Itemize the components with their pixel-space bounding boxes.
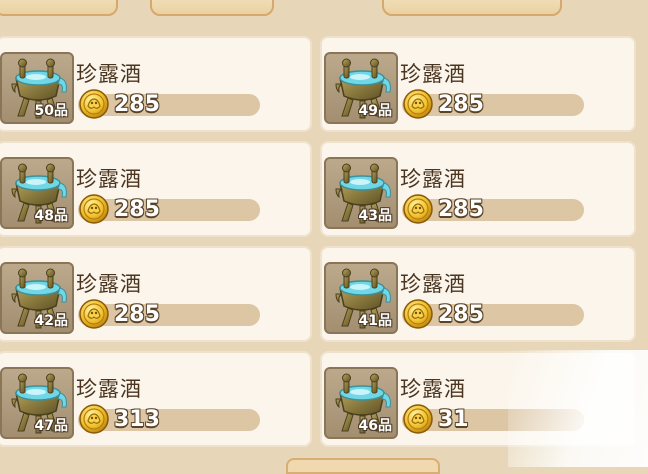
item-grade: 50品 bbox=[34, 103, 68, 119]
item-grade: 47品 bbox=[34, 418, 68, 434]
item-grade: 42品 bbox=[34, 313, 68, 329]
shop-item-card[interactable]: 47品 珍露酒 313 bbox=[0, 351, 312, 447]
shop-item-card[interactable]: 48品 珍露酒 285 bbox=[0, 141, 312, 237]
gold-coin-icon bbox=[79, 299, 109, 329]
top-tab-3[interactable] bbox=[382, 0, 562, 16]
item-grade: 46品 bbox=[358, 418, 392, 434]
item-grade: 48品 bbox=[34, 208, 68, 224]
item-name: 珍露酒 bbox=[76, 167, 142, 191]
item-name: 珍露酒 bbox=[400, 377, 466, 401]
item-slot[interactable]: 43品 bbox=[324, 157, 398, 229]
item-slot[interactable]: 50品 bbox=[0, 52, 74, 124]
item-price: 285 bbox=[438, 302, 484, 327]
item-slot[interactable]: 46品 bbox=[324, 367, 398, 439]
item-price: 313 bbox=[114, 407, 160, 432]
item-name: 珍露酒 bbox=[400, 272, 466, 296]
shop-item-card[interactable]: 46品 珍露酒 31 bbox=[320, 351, 636, 447]
item-price: 285 bbox=[114, 197, 160, 222]
item-price: 285 bbox=[438, 92, 484, 117]
item-slot[interactable]: 41品 bbox=[324, 262, 398, 334]
item-name: 珍露酒 bbox=[76, 272, 142, 296]
shop-item-card[interactable]: 50品 珍露酒 285 bbox=[0, 36, 312, 132]
top-tab-bar bbox=[0, 0, 648, 16]
top-tab-2[interactable] bbox=[150, 0, 274, 16]
item-price: 285 bbox=[438, 197, 484, 222]
item-slot[interactable]: 48品 bbox=[0, 157, 74, 229]
item-slot[interactable]: 47品 bbox=[0, 367, 74, 439]
shop-item-card[interactable]: 43品 珍露酒 285 bbox=[320, 141, 636, 237]
gold-coin-icon bbox=[79, 404, 109, 434]
shop-item-card[interactable]: 49品 珍露酒 285 bbox=[320, 36, 636, 132]
gold-coin-icon bbox=[403, 194, 433, 224]
gold-coin-icon bbox=[403, 89, 433, 119]
shop-item-grid: 50品 珍露酒 285 49品 珍露酒 285 48品 珍露酒 285 43品 … bbox=[0, 36, 648, 467]
item-name: 珍露酒 bbox=[76, 377, 142, 401]
item-grade: 41品 bbox=[358, 313, 392, 329]
item-slot[interactable]: 42品 bbox=[0, 262, 74, 334]
gold-coin-icon bbox=[79, 194, 109, 224]
gold-coin-icon bbox=[403, 404, 433, 434]
bottom-tab[interactable] bbox=[286, 458, 440, 474]
item-grade: 49品 bbox=[358, 103, 392, 119]
item-price: 31 bbox=[438, 407, 469, 432]
item-name: 珍露酒 bbox=[400, 62, 466, 86]
item-name: 珍露酒 bbox=[400, 167, 466, 191]
gold-coin-icon bbox=[79, 89, 109, 119]
item-price: 285 bbox=[114, 92, 160, 117]
shop-item-card[interactable]: 42品 珍露酒 285 bbox=[0, 246, 312, 342]
top-tab-1[interactable] bbox=[0, 0, 118, 16]
shop-item-card[interactable]: 41品 珍露酒 285 bbox=[320, 246, 636, 342]
item-name: 珍露酒 bbox=[76, 62, 142, 86]
item-grade: 43品 bbox=[358, 208, 392, 224]
item-slot[interactable]: 49品 bbox=[324, 52, 398, 124]
item-price: 285 bbox=[114, 302, 160, 327]
gold-coin-icon bbox=[403, 299, 433, 329]
